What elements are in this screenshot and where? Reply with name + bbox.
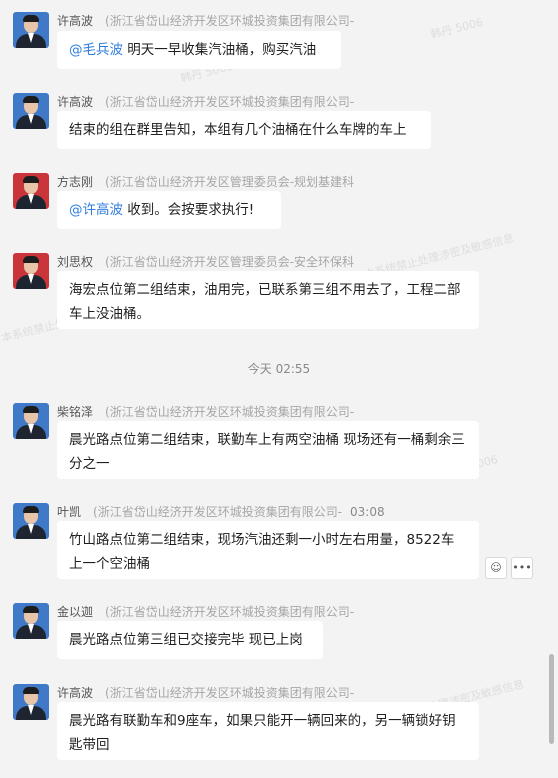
- mention-link[interactable]: @许高波: [69, 202, 123, 218]
- sender-org: (浙江省岱山经济开发区环城投资集团有限公司-: [105, 405, 355, 419]
- message-meta: 许高波 (浙江省岱山经济开发区环城投资集团有限公司-: [57, 93, 354, 110]
- sender-org: (浙江省岱山经济开发区环城投资集团有限公司-: [93, 505, 343, 519]
- message-text: 收到。会按要求执行!: [123, 202, 255, 218]
- avatar[interactable]: [13, 603, 49, 639]
- message-meta: 柴铭泽 (浙江省岱山经济开发区环城投资集团有限公司-: [57, 403, 354, 420]
- mention-link[interactable]: @毛兵波: [69, 42, 123, 58]
- more-icon[interactable]: •••: [511, 557, 533, 579]
- sender-name[interactable]: 柴铭泽: [57, 405, 93, 419]
- message-bubble[interactable]: 竹山路点位第二组结束，现场汽油还剩一小时左右用量，8522车上一个空油桶: [57, 521, 479, 579]
- message-text: 结束的组在群里告知，本组有几个油桶在什么车牌的车上: [69, 122, 407, 138]
- message-text: 晨光路有联勤车和9座车，如果只能开一辆回来的，另一辆锁好钥匙带回: [69, 713, 456, 753]
- avatar[interactable]: [13, 93, 49, 129]
- message-time: 03:08: [350, 505, 385, 519]
- scrollbar[interactable]: [549, 654, 554, 744]
- message-meta: 许高波 (浙江省岱山经济开发区环城投资集团有限公司-: [57, 12, 354, 29]
- sender-name[interactable]: 许高波: [57, 686, 93, 700]
- message-bubble[interactable]: 海宏点位第二组结束，油用完，已联系第三组不用去了，工程二部车上没油桶。: [57, 271, 479, 329]
- message-bubble[interactable]: 结束的组在群里告知，本组有几个油桶在什么车牌的车上: [57, 111, 431, 149]
- sender-name[interactable]: 刘思权: [57, 255, 93, 269]
- message-bubble[interactable]: @毛兵波 明天一早收集汽油桶，购买汽油: [57, 31, 341, 69]
- message-meta: 叶凯 (浙江省岱山经济开发区环城投资集团有限公司- 03:08: [57, 503, 385, 520]
- message-text: 明天一早收集汽油桶，购买汽油: [123, 42, 317, 58]
- message-meta: 金以迦 (浙江省岱山经济开发区环城投资集团有限公司-: [57, 603, 354, 620]
- avatar[interactable]: [13, 403, 49, 439]
- message-meta: 许高波 (浙江省岱山经济开发区环城投资集团有限公司-: [57, 684, 354, 701]
- sender-org: (浙江省岱山经济开发区管理委员会-安全环保科: [105, 255, 355, 269]
- message-text: 晨光路点位第三组已交接完毕 现已上岗: [69, 632, 303, 648]
- avatar[interactable]: [13, 253, 49, 289]
- sender-name[interactable]: 许高波: [57, 14, 93, 28]
- message-bubble[interactable]: 晨光路点位第三组已交接完毕 现已上岗: [57, 621, 323, 659]
- avatar[interactable]: [13, 12, 49, 48]
- avatar[interactable]: [13, 684, 49, 720]
- message-bubble[interactable]: 晨光路有联勤车和9座车，如果只能开一辆回来的，另一辆锁好钥匙带回: [57, 702, 479, 760]
- sender-org: (浙江省岱山经济开发区管理委员会-规划基建科: [105, 175, 355, 189]
- smile-icon[interactable]: ☺: [485, 557, 507, 579]
- sender-org: (浙江省岱山经济开发区环城投资集团有限公司-: [105, 605, 355, 619]
- message-bubble[interactable]: @许高波 收到。会按要求执行!: [57, 191, 281, 229]
- sender-name[interactable]: 金以迦: [57, 605, 93, 619]
- message-text: 竹山路点位第二组结束，现场汽油还剩一小时左右用量，8522车上一个空油桶: [69, 532, 455, 572]
- time-divider: 今天 02:55: [247, 362, 311, 376]
- sender-org: (浙江省岱山经济开发区环城投资集团有限公司-: [105, 14, 355, 28]
- message-bubble[interactable]: 晨光路点位第二组结束，联勤车上有两空油桶 现场还有一桶剩余三分之一: [57, 421, 479, 479]
- message-meta: 刘思权 (浙江省岱山经济开发区管理委员会-安全环保科: [57, 253, 354, 270]
- avatar[interactable]: [13, 503, 49, 539]
- message-text: 晨光路点位第二组结束，联勤车上有两空油桶 现场还有一桶剩余三分之一: [69, 432, 465, 472]
- message-actions: ☺ •••: [485, 557, 533, 579]
- sender-org: (浙江省岱山经济开发区环城投资集团有限公司-: [105, 95, 355, 109]
- message-meta: 方志刚 (浙江省岱山经济开发区管理委员会-规划基建科: [57, 173, 354, 190]
- message-text: 海宏点位第二组结束，油用完，已联系第三组不用去了，工程二部车上没油桶。: [69, 282, 461, 322]
- avatar[interactable]: [13, 173, 49, 209]
- sender-name[interactable]: 方志刚: [57, 175, 93, 189]
- sender-name[interactable]: 许高波: [57, 95, 93, 109]
- watermark: 韩丹 5006: [429, 15, 485, 42]
- sender-name[interactable]: 叶凯: [57, 505, 81, 519]
- sender-org: (浙江省岱山经济开发区环城投资集团有限公司-: [105, 686, 355, 700]
